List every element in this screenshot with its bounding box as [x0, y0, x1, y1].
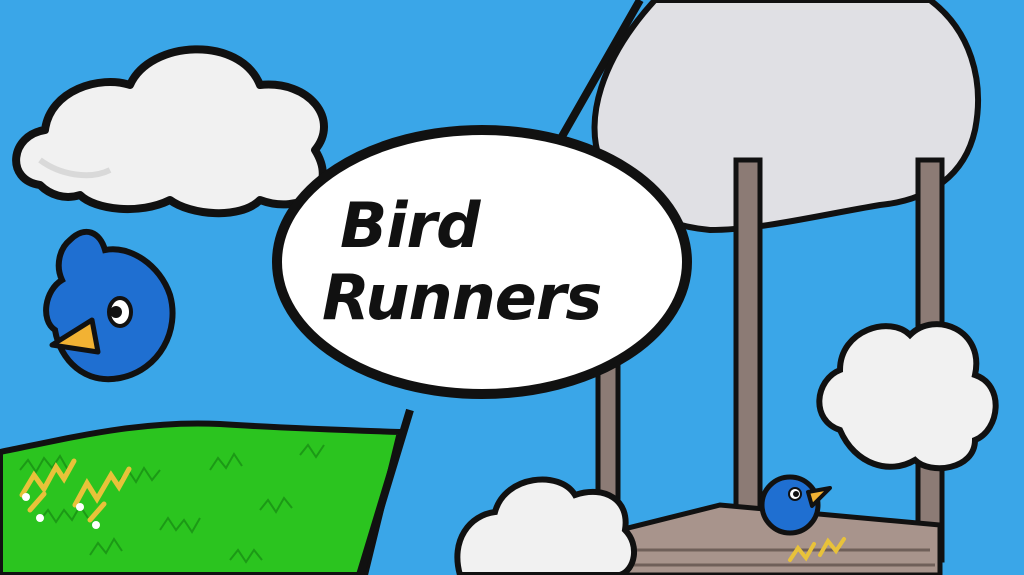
- grass-field-icon: [0, 420, 404, 575]
- title-line-2: Runners: [322, 261, 602, 334]
- game-title: Bird Runners: [322, 190, 642, 334]
- title-line-1: Bird: [340, 189, 480, 262]
